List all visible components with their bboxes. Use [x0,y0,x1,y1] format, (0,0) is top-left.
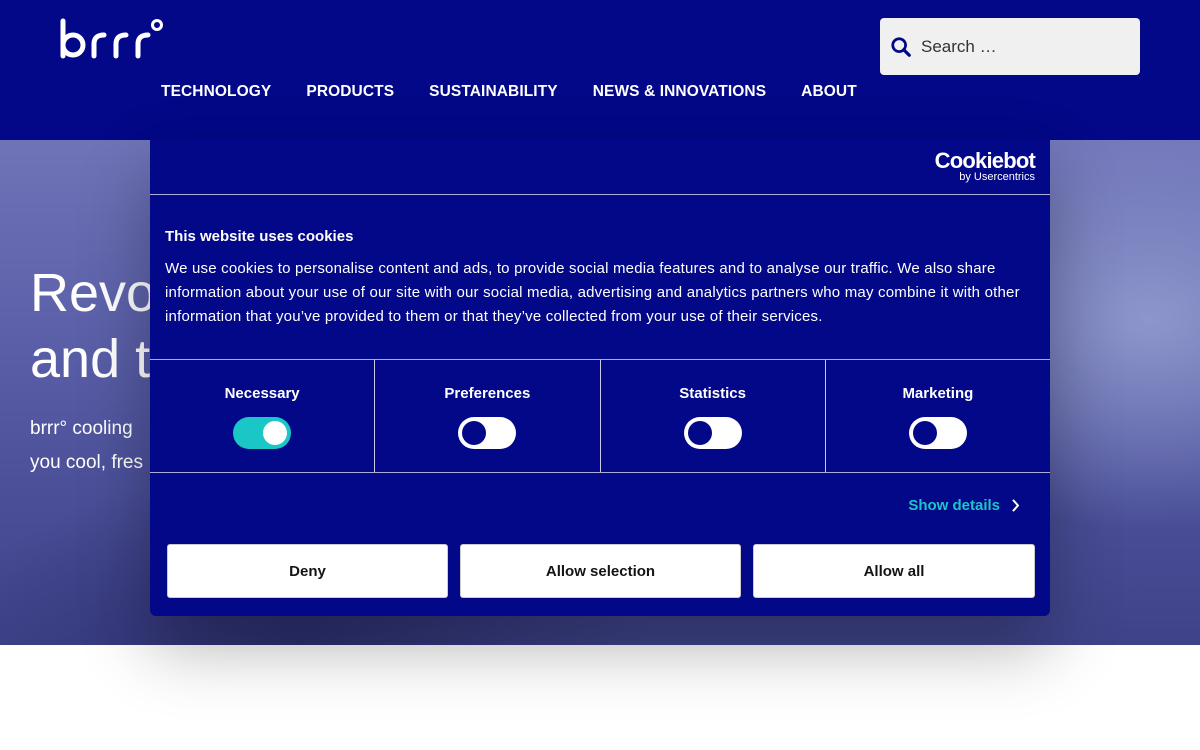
category-label: Statistics [679,385,746,402]
site-header: TECHNOLOGY PRODUCTS SUSTAINABILITY NEWS … [0,0,1200,140]
preferences-toggle[interactable] [458,417,517,449]
divider [150,472,1050,473]
search-box[interactable] [880,18,1140,75]
divider [150,194,1050,195]
search-input[interactable] [921,36,1121,57]
cookiebot-brand: Cookiebot [934,148,1036,173]
cookiebot-logo: Cookiebot by Usercentrics [934,148,1036,184]
cookie-categories: Necessary Preferences Statistics Marketi… [150,360,1050,472]
deny-button[interactable]: Deny [167,544,448,598]
necessary-toggle[interactable] [233,417,292,449]
cookie-consent-dialog: Cookiebot by Usercentrics This website u… [150,140,1050,616]
toggle-knob [912,421,937,445]
nav-about[interactable]: ABOUT [801,83,857,101]
statistics-toggle[interactable] [683,417,742,449]
nav-sustainability[interactable]: SUSTAINABILITY [429,83,558,101]
cookie-body-text: We use cookies to personalise content an… [165,260,1020,325]
marketing-toggle[interactable] [908,417,967,449]
category-label: Marketing [902,385,974,402]
show-details-link[interactable]: Show details [908,497,1020,514]
toggle-knob [462,421,487,445]
cookie-buttons: Deny Allow selection Allow all [167,544,1035,598]
nav-news-innovations[interactable]: NEWS & INNOVATIONS [593,83,766,101]
main-nav: TECHNOLOGY PRODUCTS SUSTAINABILITY NEWS … [161,83,857,101]
category-label: Preferences [444,385,531,402]
toggle-knob [687,421,712,445]
category-preferences: Preferences [375,360,601,472]
category-statistics: Statistics [601,360,826,472]
toggle-knob [263,421,288,445]
search-icon[interactable] [890,36,912,58]
chevron-right-icon [1012,499,1019,512]
brrr-logo[interactable] [60,18,164,62]
category-necessary: Necessary [150,360,376,472]
show-details-label: Show details [908,497,1000,514]
nav-products[interactable]: PRODUCTS [306,83,394,101]
nav-technology[interactable]: TECHNOLOGY [161,83,271,101]
category-label: Necessary [224,385,300,402]
category-marketing: Marketing [826,360,1050,472]
allow-selection-button[interactable]: Allow selection [460,544,741,598]
allow-all-button[interactable]: Allow all [753,544,1035,598]
cookie-title: This website uses cookies [165,228,354,245]
